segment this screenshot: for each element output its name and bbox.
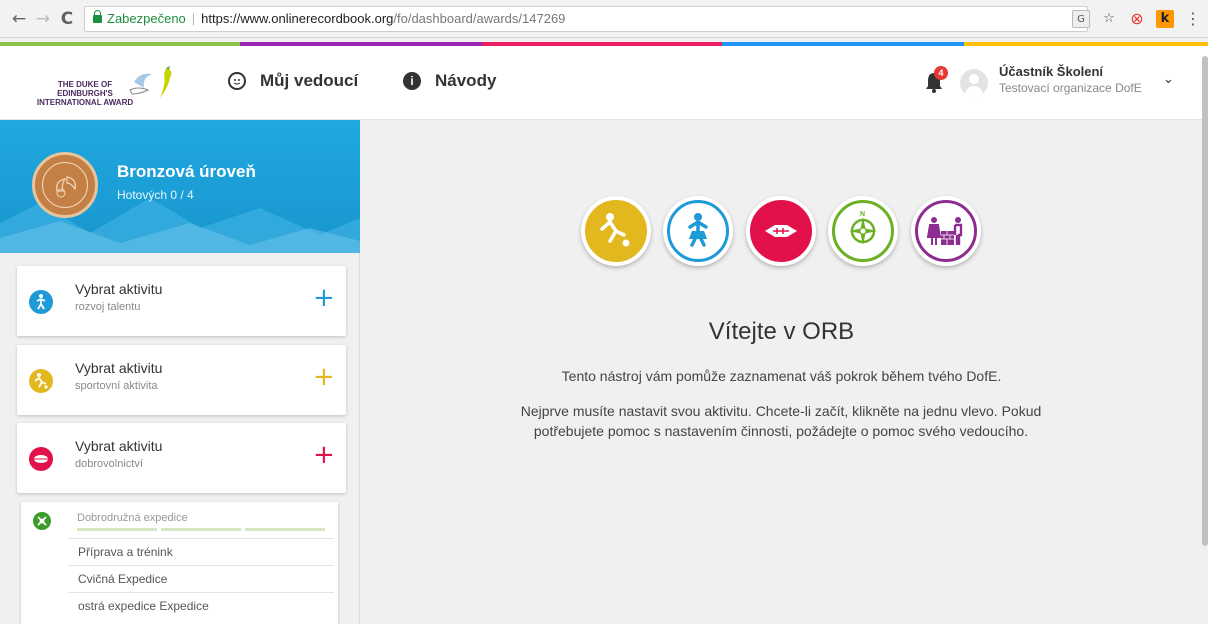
browser-menu-icon[interactable]: ⋮ (1184, 10, 1202, 28)
notification-count-badge: 4 (934, 66, 948, 80)
app-header: THE DUKE OF EDINBURGH'S INTERNATIONAL AW… (0, 46, 1208, 120)
add-sport-activity-button[interactable]: + (313, 364, 335, 390)
back-button[interactable]: ← (8, 8, 30, 30)
extension-block-icon[interactable]: ⊗ (1128, 10, 1146, 28)
instructions-text: Nejprve musíte nastavit svou aktivitu. C… (520, 403, 1042, 439)
lock-icon (93, 10, 102, 23)
url-path: /fo/dashboard/awards/147269 (393, 11, 566, 26)
intro-text: Tento nástroj vám pomůže zaznamenat váš … (561, 368, 1002, 384)
activity-title: Vybrat aktivitu (75, 360, 163, 376)
url-host: https://www.onlinerecordbook.org (201, 11, 394, 26)
expedition-icon (33, 512, 51, 530)
level-banner: Bronzová úroveň Hotových 0 / 4 (0, 120, 360, 253)
expedition-icon: N (832, 200, 894, 262)
category-volunteer-badge[interactable] (746, 196, 816, 266)
address-separator: | (191, 11, 196, 26)
page-scrollbar[interactable] (1202, 56, 1208, 546)
avatar[interactable] (960, 69, 988, 97)
reload-button[interactable]: C (56, 8, 78, 30)
talent-icon (29, 290, 53, 314)
translate-icon[interactable]: G (1072, 10, 1090, 28)
expedition-row-practice[interactable]: Cvičná Expedice (68, 565, 334, 592)
nav-guides-label: Návody (435, 71, 497, 90)
svg-text:N: N (860, 211, 865, 218)
welcome-heading: Vítejte v ORB (708, 318, 855, 345)
logo-swoosh-icon (129, 66, 172, 98)
nav-my-leader-label: Můj vedoucí (260, 71, 359, 90)
activity-subtitle: rozvoj talentu (75, 301, 141, 313)
volunteer-icon (29, 447, 53, 471)
browser-toolbar: ← → C Zabezpečeno | https://www.onlinereco… (0, 0, 1208, 38)
activity-card-volunteering[interactable]: Vybrat aktivitu dobrovolnictví + (17, 423, 346, 493)
chevron-down-icon[interactable]: ⌄ (1163, 72, 1174, 87)
category-sport-badge[interactable] (581, 196, 651, 266)
category-talent-badge[interactable] (663, 196, 733, 266)
category-residential-badge[interactable] (911, 196, 981, 266)
category-expedition-badge[interactable]: N (828, 196, 898, 266)
expedition-row-preparation[interactable]: Příprava a trénink (68, 538, 334, 565)
expedition-progress-segment (77, 528, 157, 531)
extension-k-icon[interactable]: k (1156, 10, 1174, 28)
main-content: N Vítejte v ORB Tento nástroj vám pomůže… (361, 120, 1202, 624)
add-volunteering-activity-button[interactable]: + (313, 442, 335, 468)
user-organization: Testovací organizace DofE (999, 81, 1142, 95)
talent-icon (667, 200, 729, 262)
sidebar: Bronzová úroveň Hotových 0 / 4 Vybrat ak… (0, 120, 360, 624)
residential-icon (915, 200, 977, 262)
activity-card-talent[interactable]: Vybrat aktivitu rozvoj talentu + (17, 266, 346, 336)
nav-guides[interactable]: i Návody (403, 71, 496, 91)
address-bar[interactable]: Zabezpečeno | https://www.onlinerecordbook… (84, 6, 1088, 32)
user-name[interactable]: Účastník Školení (999, 64, 1103, 79)
volunteer-icon (750, 200, 812, 262)
expedition-progress-segment (245, 528, 325, 531)
browser-actions: G ☆ ⊗ k ⋮ (1072, 8, 1202, 30)
expedition-progress-segment (161, 528, 241, 531)
bookmark-star-icon[interactable]: ☆ (1100, 10, 1118, 28)
info-icon: i (403, 72, 421, 90)
nav-my-leader[interactable]: Můj vedoucí (228, 71, 358, 91)
expedition-row-qualifying[interactable]: ostrá expedice Expedice (68, 592, 334, 619)
forward-button[interactable]: → (32, 8, 54, 30)
level-progress: Hotových 0 / 4 (117, 188, 194, 202)
activity-card-sport[interactable]: Vybrat aktivitu sportovní aktivita + (17, 345, 346, 415)
sport-icon (585, 200, 647, 262)
activity-title: Vybrat aktivitu (75, 281, 163, 297)
activity-title: Vybrat aktivitu (75, 438, 163, 454)
leader-face-icon (228, 72, 246, 90)
logo-text-line1: THE DUKE OF EDINBURGH'S (57, 80, 113, 98)
expedition-card[interactable]: Dobrodružná expedice Příprava a trénink … (21, 502, 338, 624)
activity-subtitle: dobrovolnictví (75, 458, 143, 470)
bronze-medal-icon (32, 152, 98, 218)
sport-icon (29, 369, 53, 393)
add-talent-activity-button[interactable]: + (313, 285, 335, 311)
logo-text-line2: INTERNATIONAL AWARD (36, 98, 134, 107)
dofe-logo[interactable]: THE DUKE OF EDINBURGH'S INTERNATIONAL AW… (30, 60, 190, 107)
medal-emblem-icon (56, 176, 76, 198)
activity-subtitle: sportovní aktivita (75, 380, 158, 392)
secure-label: Zabezpečeno (107, 11, 186, 26)
level-title: Bronzová úroveň (117, 162, 256, 181)
expedition-title: Dobrodružná expedice (77, 512, 188, 524)
